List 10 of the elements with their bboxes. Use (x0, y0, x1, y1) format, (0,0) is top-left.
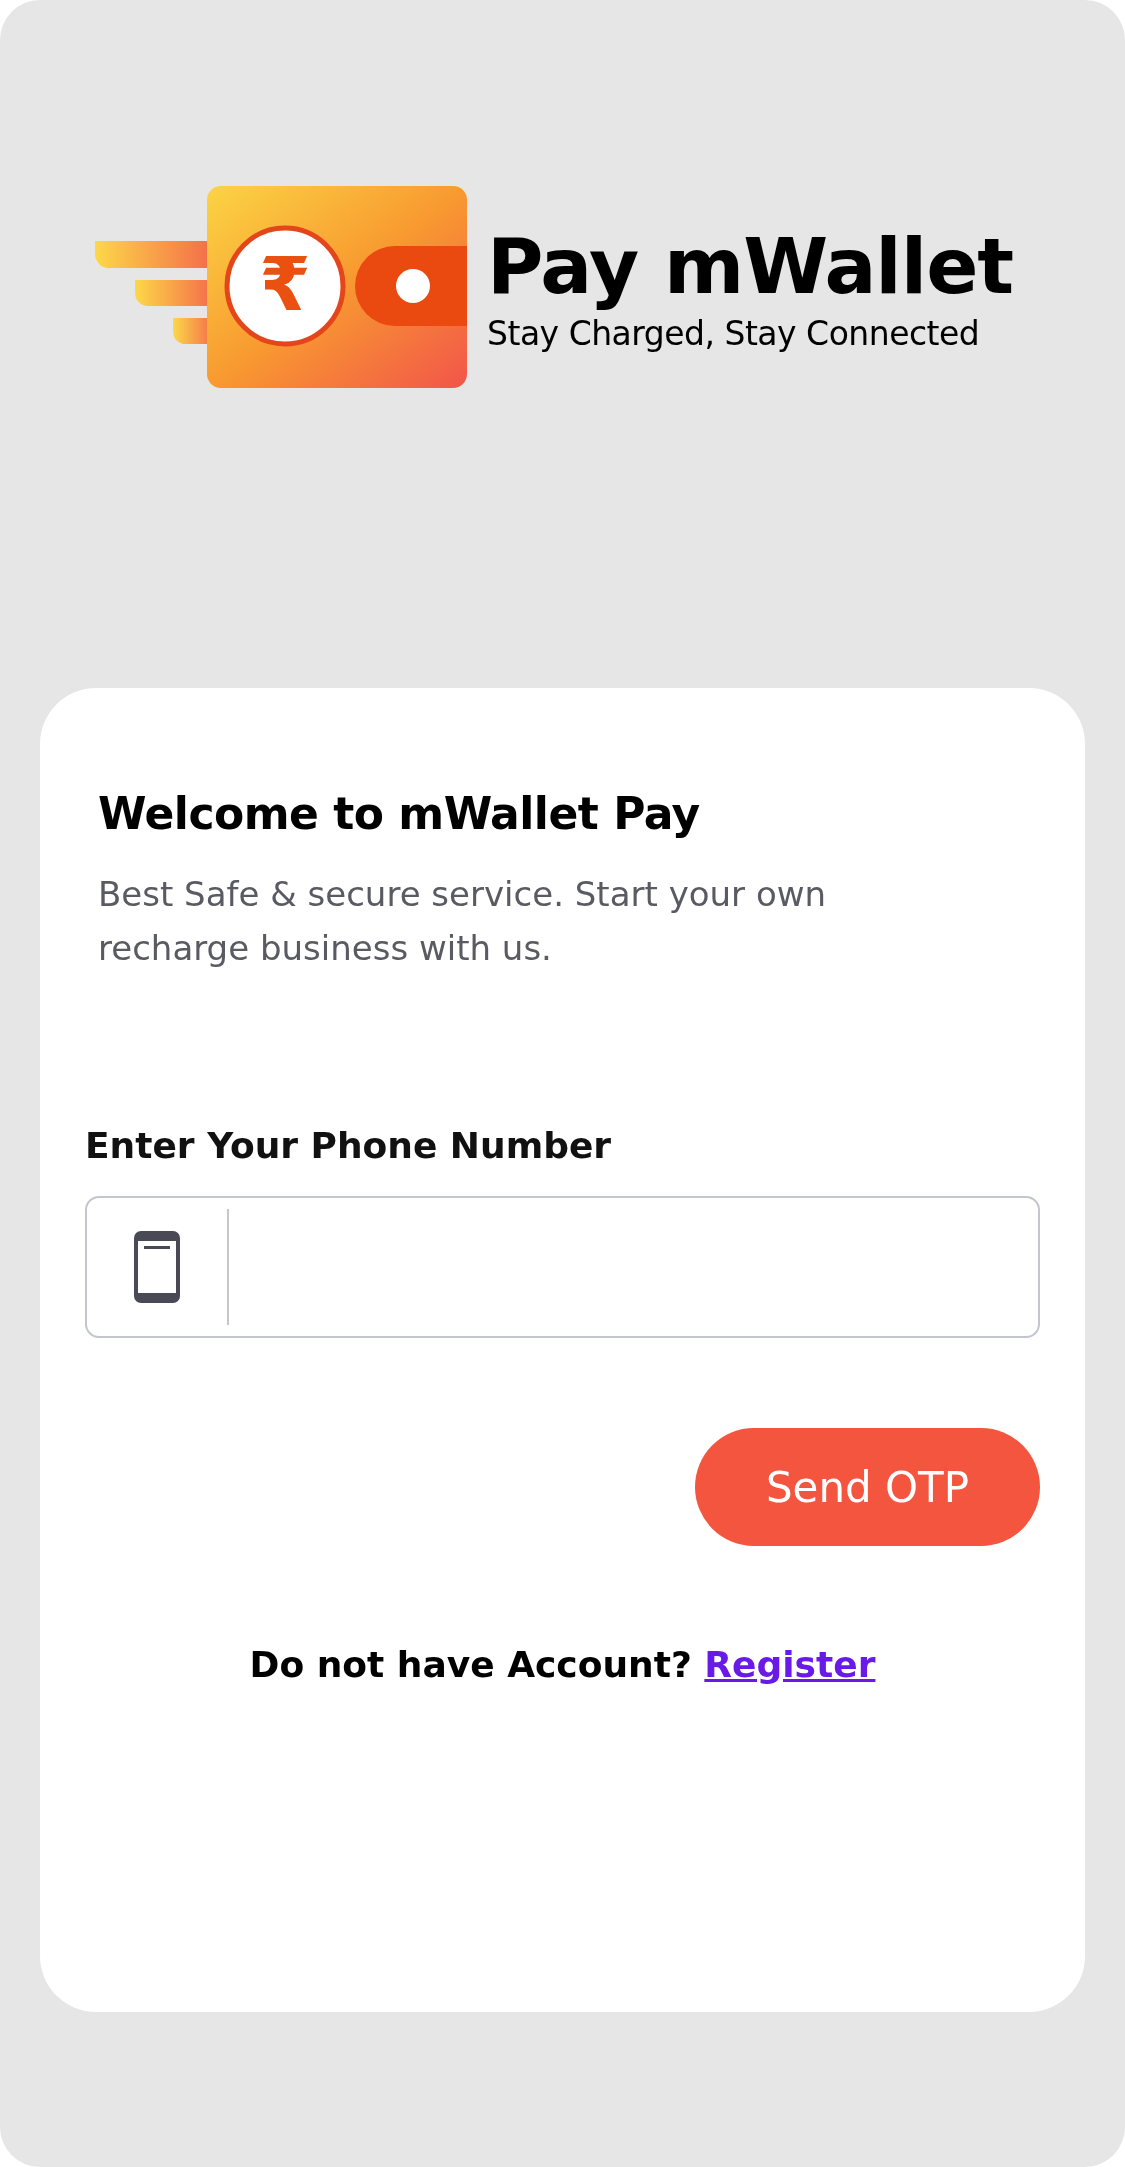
register-link[interactable]: Register (704, 1644, 876, 1685)
phone-icon (134, 1231, 180, 1303)
register-prompt: Do not have Account? (249, 1644, 692, 1685)
app-tagline: Stay Charged, Stay Connected (487, 313, 981, 353)
welcome-heading: Welcome to mWallet Pay (98, 788, 701, 839)
phone-input-field[interactable] (85, 1196, 1040, 1338)
rupee-symbol: ₹ (259, 241, 311, 327)
phone-label: Enter Your Phone Number (85, 1125, 613, 1166)
app-title: Pay mWallet (487, 221, 1014, 314)
welcome-description: Best Safe & secure service. Start your own recharge business with us. (98, 873, 828, 970)
